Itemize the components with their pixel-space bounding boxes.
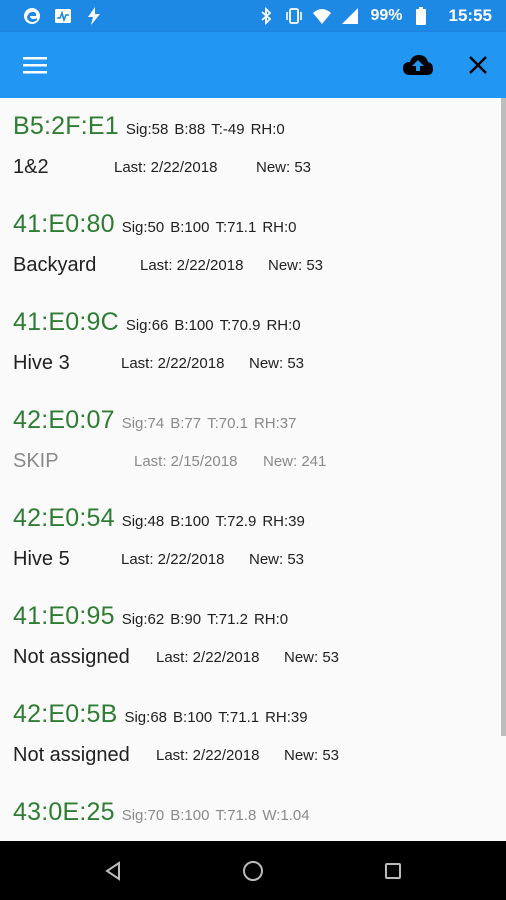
battery-value: B:88: [174, 121, 206, 138]
device-name: Not assigned: [13, 646, 130, 668]
scrollbar[interactable]: [501, 98, 506, 736]
signal-value: Sig:58: [125, 121, 169, 138]
notification-icons: [22, 6, 104, 26]
signal-icon: [340, 6, 360, 26]
temperature-value: T:71.1: [215, 219, 257, 236]
battery-value: B:100: [170, 513, 210, 530]
device-list[interactable]: B5:2F:E1 Sig:58 B:88 T:-49 RH:0 1&2 Last…: [0, 98, 506, 841]
device-mac: 42:E0:5B: [13, 700, 118, 728]
last-date: Last: 2/22/2018: [156, 747, 260, 764]
signal-value: Sig:50: [121, 219, 165, 236]
temperature-value: T:72.9: [215, 513, 257, 530]
battery-value: B:100: [170, 807, 210, 824]
wifi-icon: [312, 6, 332, 26]
battery-value: B:100: [174, 317, 214, 334]
last-date: Last: 2/22/2018: [140, 257, 244, 274]
humidity-value: RH:0: [262, 219, 297, 236]
last-date: Last: 2/22/2018: [121, 355, 225, 372]
battery-value: B:90: [170, 611, 202, 628]
new-count: New: 53: [249, 355, 305, 372]
signal-value: Sig:74: [121, 415, 165, 432]
device-item-8[interactable]: 43:0E:25 Sig:70 B:100 T:71.8 W:1.04: [0, 784, 500, 841]
device-mac: 43:0E:25: [13, 798, 115, 826]
temperature-value: T:-49: [211, 121, 245, 138]
signal-value: Sig:70: [121, 807, 165, 824]
device-item-7[interactable]: 42:E0:5B Sig:68 B:100 T:71.1 RH:39 Not a…: [0, 686, 500, 784]
device-mac: 41:E0:80: [13, 210, 115, 238]
device-mac: 41:E0:9C: [13, 308, 119, 336]
back-triangle-icon[interactable]: [97, 855, 129, 887]
last-date: Last: 2/22/2018: [121, 551, 225, 568]
last-date: Last: 2/22/2018: [114, 159, 218, 176]
humidity-value: RH:0: [253, 611, 289, 628]
device-name: 1&2: [13, 156, 49, 178]
new-count: New: 53: [284, 649, 340, 666]
activity-monitor-icon: [53, 6, 73, 26]
temperature-value: T:71.2: [207, 611, 248, 628]
weight-value: W:1.04: [262, 807, 310, 824]
device-item-5[interactable]: 42:E0:54 Sig:48 B:100 T:72.9 RH:39 Hive …: [0, 490, 500, 588]
system-icons: 99% 15:55: [256, 6, 492, 26]
signal-value: Sig:66: [125, 317, 169, 334]
battery-value: B:100: [170, 219, 210, 236]
new-count: New: 53: [284, 747, 340, 764]
device-item-4[interactable]: 42:E0:07 Sig:74 B:77 T:70.1 RH:37 SKIP L…: [0, 392, 500, 490]
humidity-value: RH:0: [250, 121, 285, 138]
cloud-upload-icon[interactable]: [401, 49, 435, 81]
app-bar: [0, 32, 506, 98]
new-count: New: 241: [263, 453, 327, 470]
device-mac: 41:E0:95: [13, 602, 115, 630]
humidity-value: RH:39: [262, 513, 305, 530]
device-name: Hive 5: [13, 548, 70, 570]
vibrate-icon: [284, 6, 304, 26]
status-bar: 99% 15:55: [0, 0, 506, 32]
signal-value: Sig:68: [124, 709, 168, 726]
device-item-3[interactable]: 41:E0:9C Sig:66 B:100 T:70.9 RH:0 Hive 3…: [0, 294, 500, 392]
device-name: Hive 3: [13, 352, 70, 374]
humidity-value: RH:37: [253, 415, 297, 432]
signal-value: Sig:48: [121, 513, 165, 530]
device-mac: B5:2F:E1: [13, 112, 119, 140]
new-count: New: 53: [268, 257, 324, 274]
device-name: Backyard: [13, 254, 97, 276]
device-mac: 42:E0:07: [13, 406, 115, 434]
new-count: New: 53: [256, 159, 312, 176]
temperature-value: T:70.1: [207, 415, 248, 432]
last-date: Last: 2/22/2018: [156, 649, 260, 666]
temperature-value: T:71.1: [218, 709, 260, 726]
temperature-value: T:71.8: [215, 807, 257, 824]
temperature-value: T:70.9: [219, 317, 261, 334]
battery-value: B:77: [170, 415, 202, 432]
device-item-6[interactable]: 41:E0:95 Sig:62 B:90 T:71.2 RH:0 Not ass…: [0, 588, 500, 686]
device-item-1[interactable]: B5:2F:E1 Sig:58 B:88 T:-49 RH:0 1&2 Last…: [0, 98, 500, 196]
system-nav-bar: [0, 841, 506, 900]
battery-icon: [411, 6, 431, 26]
close-icon[interactable]: [464, 51, 492, 79]
device-name: SKIP: [13, 450, 59, 472]
hamburger-menu-icon[interactable]: [20, 52, 50, 78]
battery-percentage: 99%: [370, 7, 403, 24]
last-date: Last: 2/15/2018: [134, 453, 238, 470]
edge-browser-icon: [22, 6, 42, 26]
device-mac: 42:E0:54: [13, 504, 115, 532]
device-name: Not assigned: [13, 744, 130, 766]
home-circle-icon[interactable]: [237, 855, 269, 887]
status-clock: 15:55: [448, 6, 492, 25]
recents-square-icon[interactable]: [377, 855, 409, 887]
device-item-2[interactable]: 41:E0:80 Sig:50 B:100 T:71.1 RH:0 Backya…: [0, 196, 500, 294]
battery-value: B:100: [173, 709, 213, 726]
humidity-value: RH:0: [266, 317, 301, 334]
new-count: New: 53: [249, 551, 305, 568]
bluetooth-icon: [256, 6, 276, 26]
humidity-value: RH:39: [265, 709, 308, 726]
flash-icon: [84, 6, 104, 26]
signal-value: Sig:62: [121, 611, 165, 628]
